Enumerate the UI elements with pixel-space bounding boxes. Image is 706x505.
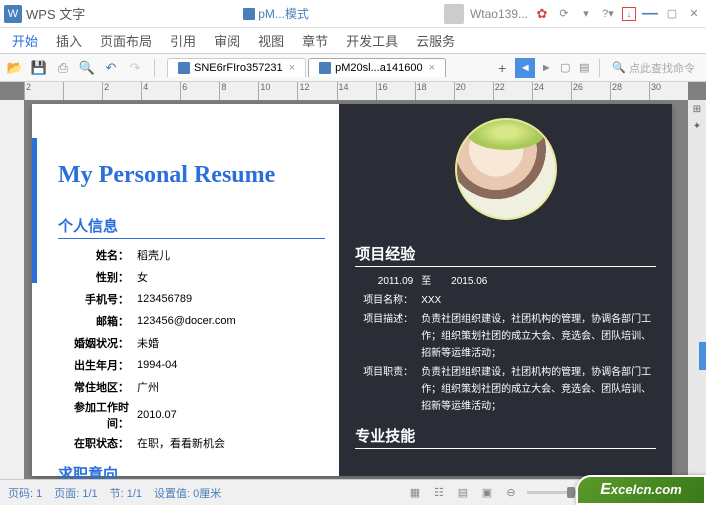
right-panel: ⊞ ✦ bbox=[688, 100, 706, 479]
doc-tab-2[interactable]: pM20sl...a141600× bbox=[308, 58, 446, 77]
panel-tool-icon[interactable]: ✦ bbox=[693, 121, 701, 132]
ruler-vertical[interactable] bbox=[0, 100, 24, 479]
doc-tab-1[interactable]: SNE6rFIro357231× bbox=[167, 58, 306, 77]
open-icon[interactable]: 📂 bbox=[6, 59, 24, 77]
doc-icon bbox=[243, 8, 255, 20]
close-icon[interactable]: ✕ bbox=[686, 6, 702, 22]
menu-insert[interactable]: 插入 bbox=[56, 31, 82, 50]
table-row: 在职状态：在职，看看新机会 bbox=[60, 433, 236, 453]
save-icon[interactable]: 💾 bbox=[30, 59, 48, 77]
view-web-icon[interactable]: ▤ bbox=[455, 485, 471, 501]
new-tab-icon[interactable]: + bbox=[492, 60, 512, 76]
maximize-icon[interactable]: ▢ bbox=[664, 6, 680, 22]
status-page[interactable]: 页码: 1 bbox=[8, 485, 42, 501]
menubar: 开始 插入 页面布局 引用 审阅 视图 章节 开发工具 云服务 bbox=[0, 28, 706, 54]
menu-layout[interactable]: 页面布局 bbox=[100, 31, 152, 50]
table-row: 项目描述：负责社团组织建设，社团机构的管理，协调各部门工作；组织策划社团的成立大… bbox=[357, 311, 654, 362]
command-search[interactable]: 🔍点此查找命令 bbox=[607, 60, 700, 76]
section-project: 项目经验 bbox=[355, 241, 656, 267]
menu-start[interactable]: 开始 bbox=[12, 31, 38, 50]
status-position[interactable]: 设置值: 0厘米 bbox=[154, 485, 221, 501]
workspace: 224681012141618202224262830 ⊞ ✦ My Perso… bbox=[0, 82, 706, 479]
accent-bar bbox=[32, 138, 37, 283]
avatar-photo bbox=[455, 118, 557, 220]
ruler-horizontal[interactable]: 224681012141618202224262830 bbox=[24, 82, 688, 100]
section-skills: 专业技能 bbox=[355, 423, 656, 449]
menu-chapter[interactable]: 章节 bbox=[302, 31, 328, 50]
user-avatar[interactable] bbox=[444, 4, 464, 24]
table-row: 性别：女 bbox=[60, 267, 236, 287]
sync-icon[interactable]: ⟳ bbox=[556, 6, 572, 22]
close-tab-icon[interactable]: × bbox=[289, 62, 295, 74]
title-doc-tab[interactable]: pM...模式 bbox=[243, 5, 309, 22]
preview-icon[interactable]: 🔍 bbox=[78, 59, 96, 77]
doc-icon bbox=[178, 62, 190, 74]
section-personal: 个人信息 bbox=[58, 213, 325, 239]
view-outline-icon[interactable]: ☷ bbox=[431, 485, 447, 501]
resume-title: My Personal Resume bbox=[58, 162, 325, 189]
skin-icon[interactable]: ✿ bbox=[534, 6, 550, 22]
menu-cloud[interactable]: 云服务 bbox=[416, 31, 455, 50]
menu-view[interactable]: 视图 bbox=[258, 31, 284, 50]
menu-ref[interactable]: 引用 bbox=[170, 31, 196, 50]
table-row: 手机号：123456789 bbox=[60, 289, 236, 309]
titlebar: W WPS 文字 pM...模式 Wtao139... ✿ ⟳ ▾ ?▾ ↓ —… bbox=[0, 0, 706, 28]
doc-icon bbox=[319, 62, 331, 74]
document-canvas[interactable]: My Personal Resume 个人信息 姓名：稻壳儿性别：女手机号：12… bbox=[32, 104, 672, 476]
menu-dev[interactable]: 开发工具 bbox=[346, 31, 398, 50]
right-edge-handle[interactable] bbox=[699, 342, 706, 370]
view-full-icon[interactable]: ▣ bbox=[479, 485, 495, 501]
search-icon: 🔍 bbox=[612, 61, 626, 74]
app-icon: W bbox=[4, 5, 22, 23]
view-mode-icon[interactable]: ▢ bbox=[557, 60, 573, 76]
update-icon[interactable]: ↓ bbox=[622, 7, 636, 21]
table-row: 邮箱：123456@docer.com bbox=[60, 311, 236, 331]
status-pages[interactable]: 页面: 1/1 bbox=[54, 485, 97, 501]
table-row: 2011.09至 2015.06 bbox=[357, 273, 654, 290]
table-row: 婚姻状况：未婚 bbox=[60, 333, 236, 353]
help-icon[interactable]: ?▾ bbox=[600, 6, 616, 22]
table-row: 项目职责：负责社团组织建设，社团机构的管理，协调各部门工作；组织策划社团的成立大… bbox=[357, 364, 654, 415]
view-print-icon[interactable]: ▦ bbox=[407, 485, 423, 501]
zoom-out-icon[interactable]: ⊖ bbox=[503, 485, 519, 501]
info-table: 姓名：稻壳儿性别：女手机号：123456789邮箱：123456@docer.c… bbox=[58, 243, 238, 455]
table-row: 参加工作时间：2010.07 bbox=[60, 399, 236, 431]
status-section[interactable]: 节: 1/1 bbox=[110, 485, 142, 501]
user-name[interactable]: Wtao139... bbox=[470, 7, 528, 21]
table-row: 项目名称：XXX bbox=[357, 292, 654, 309]
app-name: WPS 文字 bbox=[26, 4, 85, 23]
close-tab-icon[interactable]: × bbox=[429, 62, 435, 74]
watermark: Excelcn.com bbox=[576, 475, 706, 505]
quickbar: 📂 💾 ⎙ 🔍 ↶ ↷ SNE6rFIro357231× pM20sl...a1… bbox=[0, 54, 706, 82]
nav-fwd-icon[interactable]: ► bbox=[538, 60, 554, 76]
panel-icon[interactable]: ▤ bbox=[576, 60, 592, 76]
redo-icon[interactable]: ↷ bbox=[126, 59, 144, 77]
dropdown-icon[interactable]: ▾ bbox=[578, 6, 594, 22]
table-row: 姓名：稻壳儿 bbox=[60, 245, 236, 265]
print-icon[interactable]: ⎙ bbox=[54, 59, 72, 77]
panel-toggle-icon[interactable]: ⊞ bbox=[693, 104, 701, 115]
table-row: 常住地区：广州 bbox=[60, 377, 236, 397]
table-row: 出生年月：1994-04 bbox=[60, 355, 236, 375]
project-table: 2011.09至 2015.06 项目名称：XXX 项目描述：负责社团组织建设，社团… bbox=[355, 271, 656, 417]
nav-back-icon[interactable]: ◄ bbox=[515, 58, 535, 78]
menu-review[interactable]: 审阅 bbox=[214, 31, 240, 50]
undo-icon[interactable]: ↶ bbox=[102, 59, 120, 77]
minimize-icon[interactable]: — bbox=[642, 6, 658, 22]
